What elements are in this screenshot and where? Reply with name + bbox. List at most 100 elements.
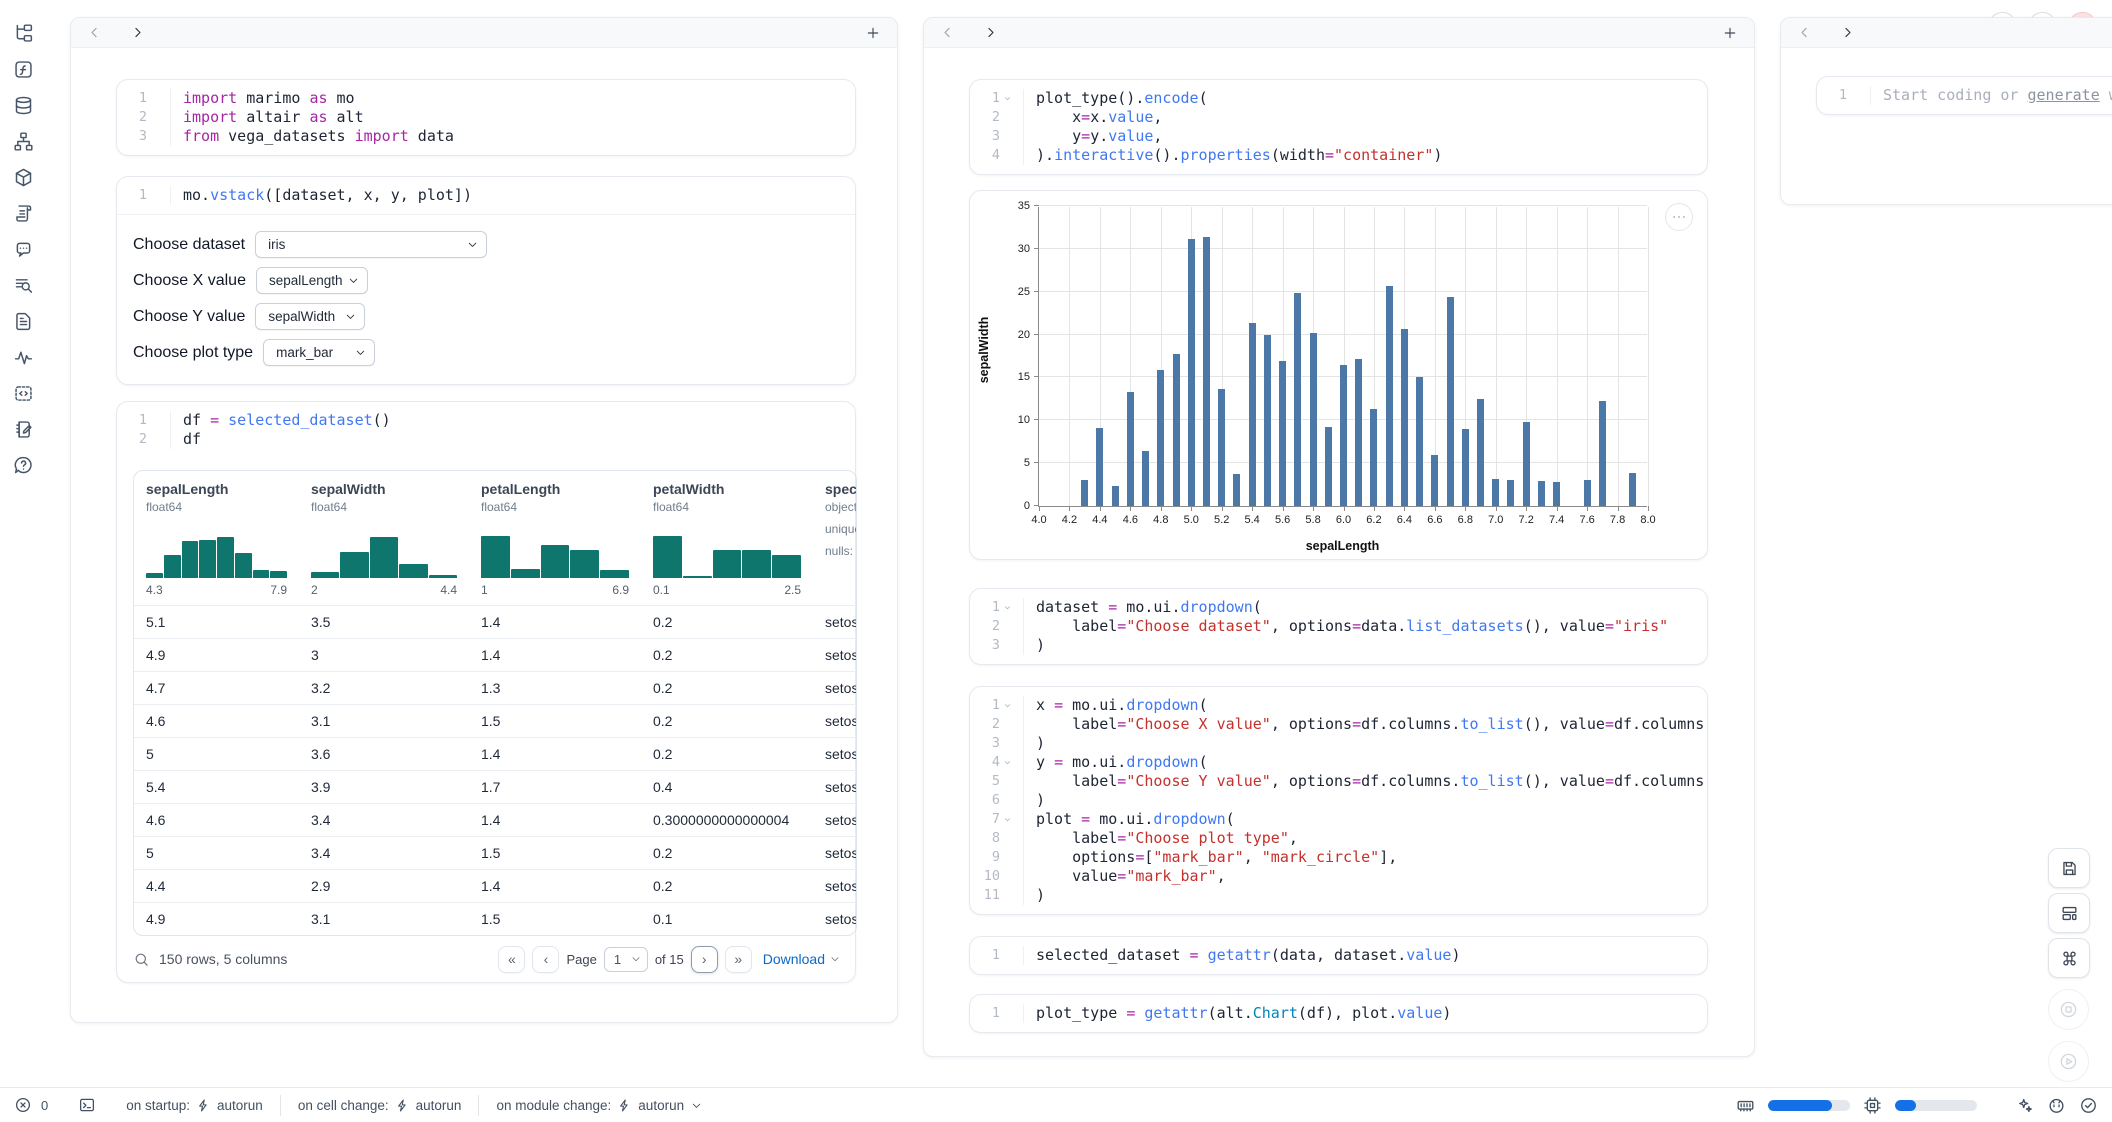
table-row[interactable]: 5.43.91.70.4setosa xyxy=(134,770,856,803)
chevron-left-icon[interactable] xyxy=(940,25,955,40)
code-text[interactable]: x=x.value, xyxy=(1023,108,1707,127)
table-row[interactable]: 4.63.11.50.2setosa xyxy=(134,704,856,737)
package-icon[interactable] xyxy=(11,164,37,190)
on-startup-config[interactable]: on startup: autorun xyxy=(126,1098,263,1113)
column-header-sepalWidth[interactable]: sepalWidthfloat6424.4 xyxy=(299,481,469,597)
code-text[interactable]: df = selected_dataset() xyxy=(170,411,855,430)
bar[interactable] xyxy=(1096,428,1103,506)
table-row[interactable]: 53.61.40.2setosa xyxy=(134,737,856,770)
encode-cell[interactable]: 1plot_type().encode(2 x=x.value,3 y=y.va… xyxy=(969,79,1708,175)
code-text[interactable]: selected_dataset = getattr(data, dataset… xyxy=(1023,946,1707,965)
code-text[interactable]: dataset = mo.ui.dropdown( xyxy=(1023,598,1707,617)
bar[interactable] xyxy=(1340,365,1347,506)
ai-sparkles-icon[interactable] xyxy=(2015,1096,2034,1115)
code-text[interactable]: label="Choose plot type", xyxy=(1023,829,1707,848)
dataset-dropdown-cell[interactable]: 1dataset = mo.ui.dropdown(2 label="Choos… xyxy=(969,588,1708,665)
chevron-left-icon[interactable] xyxy=(87,25,102,40)
code-text[interactable]: import marimo as mo xyxy=(170,89,855,108)
database-icon[interactable] xyxy=(11,92,37,118)
table-row[interactable]: 4.931.40.2setosa xyxy=(134,638,856,671)
vstack-cell[interactable]: 1mo.vstack([dataset, x, y, plot]) Choose… xyxy=(116,176,856,385)
bar[interactable] xyxy=(1599,401,1606,506)
bar[interactable] xyxy=(1173,354,1180,506)
bar[interactable] xyxy=(1507,480,1514,506)
code-text[interactable]: mo.vstack([dataset, x, y, plot]) xyxy=(170,186,855,205)
bar[interactable] xyxy=(1264,335,1271,506)
bar[interactable] xyxy=(1416,377,1423,506)
function-icon[interactable] xyxy=(11,56,37,82)
bar[interactable] xyxy=(1142,451,1149,506)
bar[interactable] xyxy=(1325,427,1332,506)
bar[interactable] xyxy=(1157,370,1164,506)
code-text[interactable]: options=["mark_bar", "mark_circle"], xyxy=(1023,848,1707,867)
y-value-select[interactable]: sepalWidth xyxy=(255,303,365,330)
play-icon[interactable] xyxy=(2048,1041,2089,1082)
code-text[interactable]: y=y.value, xyxy=(1023,127,1707,146)
fold-chevron-icon[interactable] xyxy=(1000,810,1015,829)
file-tree-icon[interactable] xyxy=(11,20,37,46)
help-icon[interactable] xyxy=(11,452,37,478)
on-module-change-config[interactable]: on module change: autorun xyxy=(496,1098,703,1113)
code-text[interactable]: plot_type().encode( xyxy=(1023,89,1707,108)
code-text[interactable]: from vega_datasets import data xyxy=(170,127,855,146)
bar[interactable] xyxy=(1629,473,1636,506)
bar[interactable] xyxy=(1294,293,1301,506)
xyplot-dropdown-cell[interactable]: 1x = mo.ui.dropdown(2 label="Choose X va… xyxy=(969,686,1708,915)
fold-chevron-icon[interactable] xyxy=(1000,753,1015,772)
column-header-petalWidth[interactable]: petalWidthfloat640.12.5 xyxy=(641,481,813,597)
bar[interactable] xyxy=(1218,389,1225,506)
code-text[interactable]: label="Choose Y value", options=df.colum… xyxy=(1023,772,1707,791)
next-page-button[interactable]: › xyxy=(691,946,718,973)
page-select[interactable]: 1 xyxy=(604,947,648,972)
column-header-sepalLength[interactable]: sepalLengthfloat644.37.9 xyxy=(134,481,299,597)
bar[interactable] xyxy=(1370,409,1377,506)
code-text[interactable]: plot_type = getattr(alt.Chart(df), plot.… xyxy=(1023,1004,1707,1023)
table-row[interactable]: 53.41.50.2setosa xyxy=(134,836,856,869)
dataframe-cell[interactable]: 1df = selected_dataset()2df sepalLengthf… xyxy=(116,401,856,983)
add-cell-button[interactable] xyxy=(1722,25,1738,41)
table-row[interactable]: 5.13.51.40.2setosa xyxy=(134,605,856,638)
bar[interactable] xyxy=(1523,422,1530,506)
stop-icon[interactable] xyxy=(2048,989,2089,1030)
tracing-icon[interactable] xyxy=(11,344,37,370)
scratch-cell[interactable]: 1Start coding or generate with AI xyxy=(1816,76,2112,115)
bar[interactable] xyxy=(1355,359,1362,506)
bot-icon[interactable] xyxy=(2047,1096,2066,1115)
code-text[interactable]: ) xyxy=(1023,886,1707,905)
save-icon[interactable] xyxy=(2048,848,2090,888)
bar[interactable] xyxy=(1401,329,1408,506)
dataset-select[interactable]: iris xyxy=(255,231,487,258)
first-page-button[interactable]: « xyxy=(498,946,525,973)
code-text[interactable]: y = mo.ui.dropdown( xyxy=(1023,753,1707,772)
code-text[interactable]: plot = mo.ui.dropdown( xyxy=(1023,810,1707,829)
bar[interactable] xyxy=(1310,333,1317,506)
code-text[interactable]: ) xyxy=(1023,734,1707,753)
x-value-select[interactable]: sepalLength xyxy=(256,267,368,294)
code-text[interactable]: ) xyxy=(1023,791,1707,810)
bar[interactable] xyxy=(1233,474,1240,506)
code-text[interactable]: import altair as alt xyxy=(170,108,855,127)
on-cell-change-config[interactable]: on cell change: autorun xyxy=(298,1098,462,1113)
table-row[interactable]: 4.63.41.40.3000000000000004setosa xyxy=(134,803,856,836)
dependency-graph-icon[interactable] xyxy=(11,128,37,154)
scratchpad-icon[interactable] xyxy=(11,416,37,442)
last-page-button[interactable]: » xyxy=(725,946,752,973)
column-header-petalLength[interactable]: petalLengthfloat6416.9 xyxy=(469,481,641,597)
fold-chevron-icon[interactable] xyxy=(1000,696,1015,715)
errors-icon[interactable] xyxy=(14,1096,32,1114)
column-histogram[interactable] xyxy=(146,526,287,578)
bar[interactable] xyxy=(1279,361,1286,506)
bar[interactable] xyxy=(1431,455,1438,506)
fold-chevron-icon[interactable] xyxy=(1000,89,1015,108)
code-text[interactable]: label="Choose dataset", options=data.lis… xyxy=(1023,617,1707,636)
terminal-icon[interactable] xyxy=(78,1096,96,1114)
code-text[interactable]: label="Choose X value", options=df.colum… xyxy=(1023,715,1707,734)
plot-type-cell[interactable]: 1plot_type = getattr(alt.Chart(df), plot… xyxy=(969,994,1708,1033)
bar[interactable] xyxy=(1249,323,1256,506)
add-cell-button[interactable] xyxy=(865,25,881,41)
bar[interactable] xyxy=(1477,399,1484,506)
column-histogram[interactable] xyxy=(653,526,801,578)
code-text[interactable]: value="mark_bar", xyxy=(1023,867,1707,886)
bar[interactable] xyxy=(1188,239,1195,506)
search-icon[interactable] xyxy=(133,951,150,968)
